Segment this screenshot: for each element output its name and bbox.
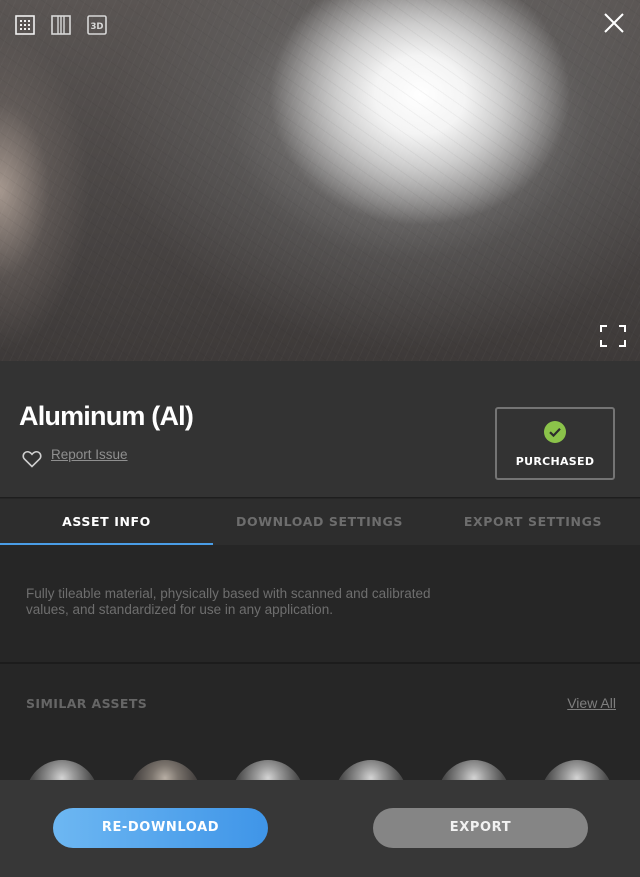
similar-assets-title: SIMILAR ASSETS xyxy=(26,696,148,711)
report-issue-link[interactable]: Report Issue xyxy=(51,447,128,462)
3d-view-icon[interactable]: 3D xyxy=(87,15,107,35)
tab-asset-info[interactable]: ASSET INFO xyxy=(0,499,213,545)
tab-bar: ASSET INFO DOWNLOAD SETTINGS EXPORT SETT… xyxy=(0,499,640,545)
export-button[interactable]: EXPORT xyxy=(373,808,588,848)
3d-view-label: 3D xyxy=(91,22,104,32)
similar-assets-panel: SIMILAR ASSETS View All xyxy=(0,666,640,780)
fullscreen-icon[interactable] xyxy=(600,325,626,347)
similar-asset-thumbnail[interactable] xyxy=(335,760,407,780)
similar-asset-thumbnail[interactable] xyxy=(129,760,201,780)
purchased-badge: PURCHASED xyxy=(495,407,615,480)
tab-download-settings[interactable]: DOWNLOAD SETTINGS xyxy=(213,499,426,545)
columns-view-icon[interactable] xyxy=(51,15,71,35)
similar-asset-thumbnail[interactable] xyxy=(438,760,510,780)
grid-view-icon[interactable] xyxy=(15,15,35,35)
close-icon[interactable] xyxy=(602,11,626,35)
heart-icon[interactable] xyxy=(22,450,42,468)
asset-preview[interactable]: 3D xyxy=(0,0,640,361)
action-footer: RE-DOWNLOAD EXPORT xyxy=(0,780,640,877)
view-all-link[interactable]: View All xyxy=(567,695,616,711)
asset-title: Aluminum (Al) xyxy=(19,401,194,431)
similar-asset-thumbnail[interactable] xyxy=(541,760,613,780)
tab-export-settings[interactable]: EXPORT SETTINGS xyxy=(426,499,640,545)
re-download-button[interactable]: RE-DOWNLOAD xyxy=(53,808,268,848)
asset-description: Fully tileable material, physically base… xyxy=(26,586,431,617)
purchased-label: PURCHASED xyxy=(515,455,595,468)
description-panel: Fully tileable material, physically base… xyxy=(0,545,640,664)
similar-asset-thumbnail[interactable] xyxy=(26,760,98,780)
check-circle-icon xyxy=(544,421,566,443)
similar-asset-thumbnail[interactable] xyxy=(232,760,304,780)
asset-info-header: Aluminum (Al) Report Issue PURCHASED xyxy=(0,361,640,498)
